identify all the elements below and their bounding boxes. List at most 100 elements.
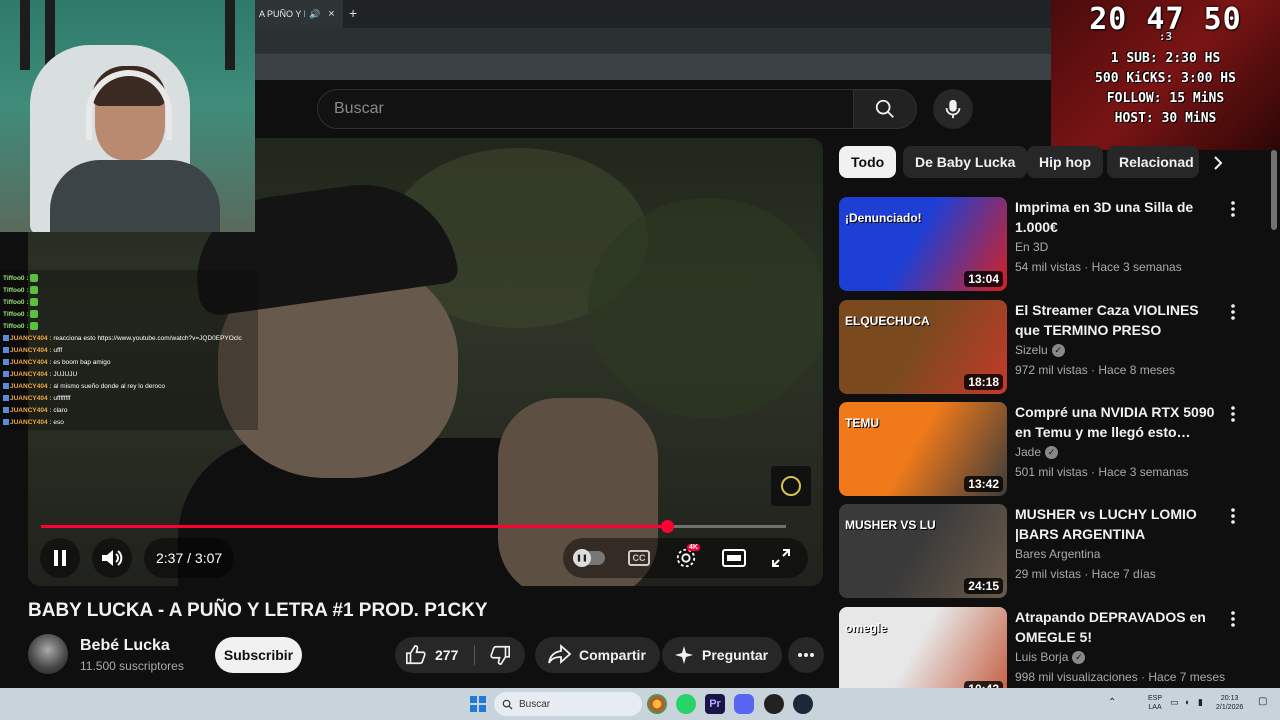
thumbnail-caption: ELQUECHUCA [845,314,930,328]
recommended-video[interactable]: ¡Denunciado! 13:04 Imprima en 3D una Silla… [839,197,1259,291]
streamer-webcam [0,0,255,232]
chat-message: JUANCY404 : uffffffff [3,393,255,405]
chat-badge-icon [3,359,9,366]
voice-search-button[interactable] [933,89,973,129]
chat-username: Tiffoo0 : [3,275,29,282]
chat-emote-icon [30,286,39,295]
goal-line: 500 KiCKS: 3:00 HS [1095,71,1236,86]
chrome-icon[interactable] [647,694,667,714]
theater-icon [722,549,746,567]
theater-mode-button[interactable] [721,546,747,570]
thumbnail-caption: TEMU [845,416,879,430]
close-tab-icon[interactable]: × [328,8,334,20]
subscribe-button[interactable]: Subscribir [215,637,302,673]
discord-icon[interactable] [734,694,754,714]
chevron-right-icon [1214,156,1223,170]
premiere-icon[interactable]: Pr [705,694,725,714]
speaker-tray-icon[interactable]: ◖ [1184,698,1189,707]
chip-todo[interactable]: Todo [839,146,897,178]
recommended-video[interactable]: ELQUECHUCA 18:18 El Streamer Caza VIOLINES… [839,300,1259,394]
clock[interactable]: 20:13 2/1/2026 [1216,694,1243,712]
recommended-video-title[interactable]: Compré una NVIDIA RTX 5090 en Temu y me … [1015,402,1215,442]
fullscreen-button[interactable] [768,546,794,570]
search-button[interactable] [853,89,917,129]
channel-name[interactable]: Bebé Lucka [80,637,170,655]
recommended-channel[interactable]: Bares Argentina [1015,547,1100,561]
more-vertical-icon[interactable] [1223,609,1243,629]
network-icon[interactable]: ▭ [1170,698,1179,707]
stream-chat-overlay: Tiffoo0 : Tiffoo0 : Tiffoo0 : Tiffoo0 : … [0,270,258,430]
battery-icon[interactable]: ▮ [1198,698,1203,707]
expand-icon [772,549,790,567]
more-vertical-icon[interactable] [1223,404,1243,424]
channel-watermark-icon[interactable] [771,466,811,506]
video-thumbnail[interactable]: MUSHER VS LU 24:15 [839,504,1007,598]
browser-tab-title: A PUÑO Y LE [259,9,305,19]
chat-text: JUJUJU [53,371,78,378]
video-title: BABY LUCKA - A PUÑO Y LETRA #1 PROD. P1C… [28,600,488,621]
video-duration: 13:42 [964,476,1003,492]
scrollbar[interactable] [1271,150,1277,230]
more-vertical-icon[interactable] [1223,506,1243,526]
channel-avatar[interactable] [28,634,68,674]
speaker-icon[interactable]: 🔊 [309,9,320,20]
video-thumbnail[interactable]: ELQUECHUCA 18:18 [839,300,1007,394]
language-indicator[interactable]: ESP LAA [1148,694,1162,712]
chat-message: Tiffoo0 : [3,285,255,297]
recommended-channel[interactable]: Luis Borja ✓ [1015,650,1086,664]
progress-bar[interactable] [41,520,786,533]
windows-start-icon[interactable] [468,694,488,714]
ask-button[interactable]: Preguntar [662,637,783,673]
recommended-video[interactable]: TEMU 13:42 Compré una NVIDIA RTX 5090 en T… [839,402,1259,496]
chips-next-button[interactable] [1204,147,1232,179]
share-label: Compartir [579,647,646,663]
chip-hip-hop[interactable]: Hip hop [1027,146,1104,178]
chat-username: JUANCY404 : [10,335,52,342]
timer-sub: :3 [1158,30,1173,43]
progress-scrubber[interactable] [660,520,674,533]
chat-username: JUANCY404 : [10,383,52,390]
chat-emote-icon [30,310,39,319]
more-actions-button[interactable] [788,637,824,673]
steam-icon[interactable] [793,694,813,714]
chat-text: al mismo sueño donde al rey lo deroco [53,383,166,390]
taskbar-search[interactable]: Buscar [494,692,642,716]
microphone-icon [945,99,961,119]
chip-de-baby-lucka[interactable]: De Baby Lucka [903,146,1028,178]
taskbar-search-label: Buscar [519,698,551,710]
recommended-channel[interactable]: En 3D [1015,240,1048,254]
dislike-button[interactable] [475,637,525,673]
chat-message: JUANCY404 : eso [3,417,255,429]
recommended-channel[interactable]: Sizelu ✓ [1015,343,1065,357]
recommended-video-title[interactable]: Imprima en 3D una Silla de 1.000€ [1015,197,1215,237]
whatsapp-icon[interactable] [676,694,696,714]
recommended-channel[interactable]: Jade ✓ [1015,445,1059,459]
settings-button[interactable]: 4K [673,544,700,570]
recommended-channel-name: Jade [1015,445,1042,459]
recommended-video-title[interactable]: El Streamer Caza VIOLINES que TERMINO PR… [1015,300,1215,340]
video-thumbnail[interactable]: ¡Denunciado! 13:04 [839,197,1007,291]
video-thumbnail[interactable]: omegle10:42 [839,607,1007,701]
recommended-video[interactable]: omegle10:42Atrapando DEPRAVADOS en OMEGL… [839,607,1259,701]
more-vertical-icon[interactable] [1223,302,1243,322]
autoplay-toggle[interactable]: ❚❚ [573,549,605,567]
browser-tab[interactable]: A PUÑO Y LE 🔊 × [255,0,343,28]
recommended-video-title[interactable]: MUSHER vs LUCHY LOMIO |BARS ARGENTINA [1015,504,1215,544]
recommended-video[interactable]: MUSHER VS LU 24:15 MUSHER vs LUCHY LOMIO |… [839,504,1259,598]
obs-icon[interactable] [764,694,784,714]
new-tab-button[interactable]: + [349,5,357,21]
subtitles-button[interactable]: CC [626,546,652,570]
tray-chevron-icon[interactable]: ⌃ [1108,698,1116,708]
share-button[interactable]: Compartir [535,637,660,673]
video-thumbnail[interactable]: TEMU 13:42 [839,402,1007,496]
notification-icon[interactable]: ▢ [1258,697,1267,707]
volume-button[interactable] [92,538,132,578]
search-input[interactable]: Buscar [317,89,855,129]
like-button[interactable]: 277 [395,637,473,673]
more-vertical-icon[interactable] [1223,199,1243,219]
chip-relacionados[interactable]: Relacionad [1107,146,1199,178]
browser-address-bar[interactable] [255,28,1051,54]
chat-message: JUANCY404 : JUJUJU [3,369,255,381]
pause-button[interactable] [40,538,80,578]
recommended-video-title[interactable]: Atrapando DEPRAVADOS en OMEGLE 5! [1015,607,1215,647]
